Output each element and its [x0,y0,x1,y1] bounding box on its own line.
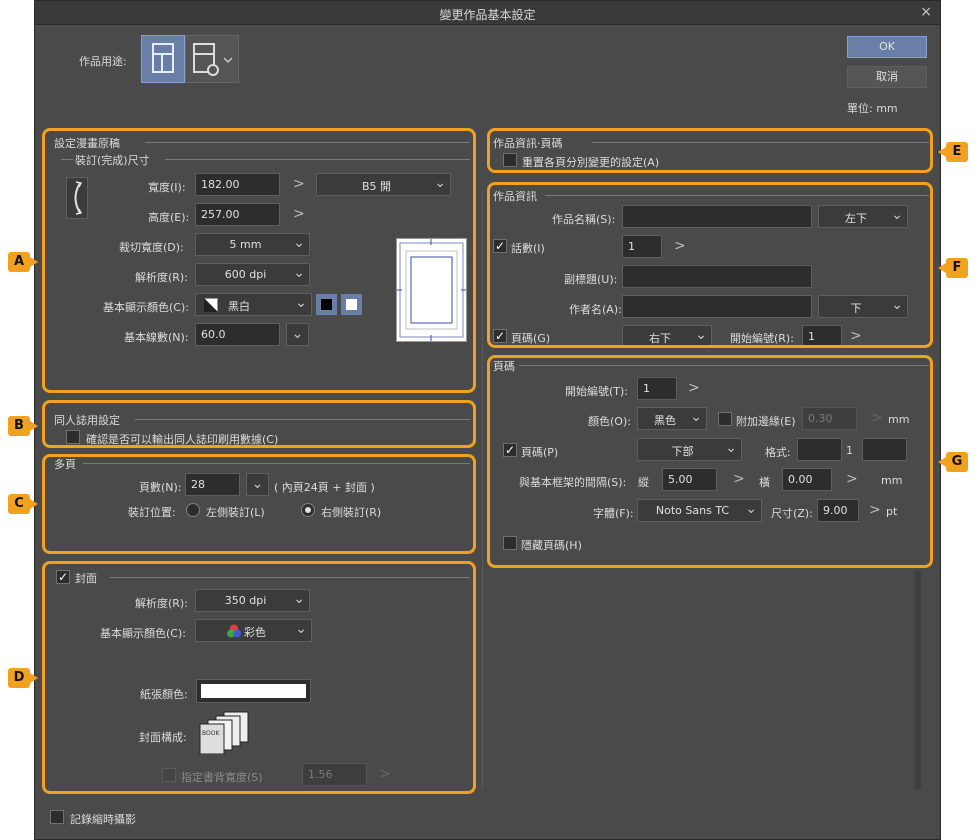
title-bar: 變更作品基本設定 × [35,1,940,25]
highlight-box-d [42,561,476,794]
scrollbar-track[interactable] [915,571,921,789]
purpose-manga-button[interactable] [141,35,185,83]
purpose-custom-button[interactable] [185,35,239,83]
cancel-button[interactable]: 取消 [847,66,927,88]
timelapse-checkbox[interactable] [50,810,64,824]
highlight-box-b [42,400,476,448]
highlight-box-a [42,128,476,393]
ok-button[interactable]: OK [847,36,927,58]
marker-a: A [8,252,38,272]
column-divider [482,191,483,789]
marker-f: F [938,258,968,278]
highlight-box-c [42,454,476,554]
timelapse-label: 記錄縮時攝影 [70,813,136,826]
dialog-title: 變更作品基本設定 [439,8,536,22]
marker-e: E [938,142,968,162]
marker-g: G [938,452,968,472]
marker-b: B [8,416,38,436]
manga-page-icon [152,43,174,73]
highlight-box-e [487,128,933,173]
marker-d: D [8,668,38,688]
custom-page-gear-icon [193,43,233,76]
close-icon[interactable]: × [920,4,932,20]
highlight-box-g [487,355,933,568]
purpose-label: 作品用途: [79,55,127,68]
unit-label: 單位: mm [847,102,898,115]
marker-c: C [8,494,38,514]
highlight-box-f [487,182,933,348]
